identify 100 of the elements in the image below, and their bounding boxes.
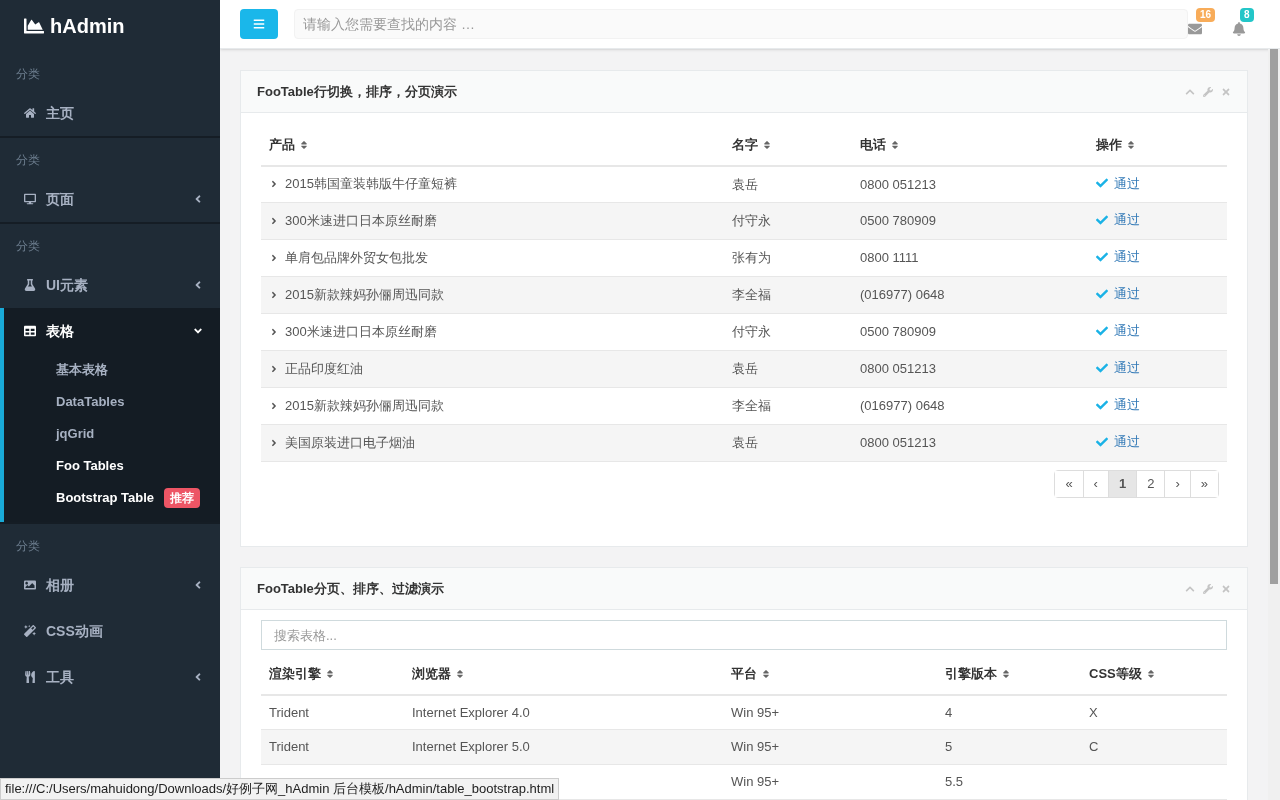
submenu-item[interactable]: DataTables — [4, 386, 220, 418]
chevron-right-icon[interactable] — [269, 400, 279, 411]
sidebar-item[interactable]: 工具 — [0, 654, 220, 700]
table-cell: 张有为 — [724, 239, 852, 277]
check-icon — [1096, 325, 1108, 338]
table-cell: 2015韩国童装韩版牛仔童短裤 — [261, 165, 724, 203]
approve-link[interactable]: 通过 — [1114, 395, 1140, 415]
wrench-icon[interactable] — [1203, 86, 1213, 97]
menu-icon — [253, 18, 265, 30]
table-cell: 2015新款辣妈孙俪周迅同款 — [261, 276, 724, 314]
image-icon — [24, 579, 36, 591]
submenu-item[interactable]: Foo Tables — [4, 450, 220, 482]
table-cell: Trident — [261, 694, 404, 730]
check-icon — [1096, 399, 1108, 412]
bell-icon[interactable] — [1232, 22, 1246, 36]
section-heading: 分类 — [15, 152, 41, 169]
magic-wand-icon — [24, 625, 36, 637]
table-cell: 0800 1111 — [852, 239, 1088, 277]
approve-link[interactable]: 通过 — [1114, 210, 1140, 230]
close-icon[interactable] — [1221, 583, 1231, 594]
column-header[interactable]: 浏览器 — [404, 654, 723, 695]
table-search-field[interactable]: 搜索表格... — [261, 620, 1227, 650]
table-cell: Win 95+ — [723, 694, 937, 730]
sidebar-item[interactable]: 表格 — [4, 308, 220, 354]
recommend-badge: 推荐 — [164, 488, 200, 508]
chevron-right-icon[interactable] — [269, 289, 279, 300]
table-cell: 0800 051213 — [852, 165, 1088, 203]
approve-link[interactable]: 通过 — [1114, 432, 1140, 452]
approve-link[interactable]: 通过 — [1114, 358, 1140, 378]
column-header[interactable]: 渲染引擎 — [261, 654, 404, 695]
table-cell: 李全福 — [724, 387, 852, 425]
table-cell: 4 — [937, 694, 1081, 730]
column-header[interactable]: 电话 — [852, 125, 1088, 166]
column-header[interactable]: 名字 — [724, 125, 852, 166]
table-cell: 300米速进口日本原丝耐磨 — [261, 313, 724, 351]
submenu-item[interactable]: jqGrid — [4, 418, 220, 450]
chevron-right-icon[interactable] — [269, 178, 279, 189]
table-cell: C — [1081, 729, 1227, 765]
chevron-right-icon[interactable] — [269, 252, 279, 263]
table-cell: 袁岳 — [724, 165, 852, 203]
approve-link[interactable]: 通过 — [1114, 321, 1140, 341]
table-cell: 正品印度红油 — [261, 350, 724, 388]
search-field[interactable]: 请输入您需要查找的内容 … — [294, 9, 1188, 39]
status-url: file:///C:/Users/mahuidong/Downloads/好例子网_hAdmin 后台模板/hAdmin/table_bootstrap.html — [0, 778, 560, 800]
check-icon — [1096, 177, 1108, 190]
table-cell: 5 — [937, 729, 1081, 765]
table-cell: 0500 780909 — [852, 313, 1088, 351]
sort-icon — [325, 668, 335, 679]
chevron-right-icon[interactable] — [269, 326, 279, 337]
chevron-right-icon[interactable] — [269, 363, 279, 374]
sort-icon — [455, 668, 465, 679]
page-button[interactable]: » — [1189, 471, 1218, 497]
chevron-right-icon[interactable] — [269, 215, 279, 226]
approve-link[interactable]: 通过 — [1114, 173, 1140, 194]
table-cell: 李全福 — [724, 276, 852, 314]
panel-title: FooTable分页、排序、过滤演示 — [257, 579, 445, 598]
submenu-item[interactable]: 基本表格 — [4, 354, 220, 386]
approve-link[interactable]: 通过 — [1114, 284, 1140, 304]
wrench-icon[interactable] — [1203, 583, 1213, 594]
count-badge: 8 — [1240, 8, 1254, 22]
section-heading: 分类 — [15, 238, 41, 255]
home-icon — [24, 107, 36, 119]
flask-icon — [24, 279, 36, 291]
sort-icon — [299, 139, 309, 150]
column-header[interactable]: 引擎版本 — [937, 654, 1081, 695]
table-cell: X — [1081, 694, 1227, 730]
sidebar-item[interactable]: 页面 — [0, 176, 220, 222]
page-button[interactable]: 1 — [1107, 471, 1137, 497]
table-cell: 300米速进口日本原丝耐磨 — [261, 202, 724, 240]
table-cell: (016977) 0648 — [852, 276, 1088, 314]
section-heading: 分类 — [15, 66, 41, 83]
envelope-icon[interactable] — [1188, 22, 1202, 36]
table-cell: 0800 051213 — [852, 424, 1088, 462]
table-cell: 美国原装进口电子烟油 — [261, 424, 724, 462]
column-header[interactable]: 操作 — [1088, 125, 1227, 166]
table-cell: 付守永 — [724, 313, 852, 351]
approve-link[interactable]: 通过 — [1114, 247, 1140, 267]
close-icon[interactable] — [1221, 86, 1231, 97]
sort-icon — [761, 668, 771, 679]
column-header[interactable]: CSS等级 — [1081, 654, 1227, 695]
sidebar-item[interactable]: 相册 — [0, 562, 220, 608]
table-cell: 单肩包品牌外贸女包批发 — [261, 239, 724, 277]
sidebar-item[interactable]: CSS动画 — [0, 608, 220, 654]
utensils-icon — [24, 671, 36, 683]
sidebar-item[interactable]: 主页 — [0, 90, 220, 136]
column-header[interactable]: 平台 — [723, 654, 937, 695]
menu-button[interactable] — [240, 9, 278, 39]
table-cell: Internet Explorer 5.0 — [404, 729, 723, 765]
submenu-item[interactable]: Bootstrap Table 推荐 — [4, 482, 220, 514]
table-cell: 2015新款辣妈孙俪周迅同款 — [261, 387, 724, 425]
sidebar-item[interactable]: UI元素 — [0, 262, 220, 308]
count-badge: 16 — [1196, 8, 1216, 22]
chevron-right-icon[interactable] — [269, 437, 279, 448]
table-cell: 袁岳 — [724, 350, 852, 388]
scrollbar[interactable] — [1268, 49, 1280, 800]
sort-icon — [890, 139, 900, 150]
table-cell: Win 95+ — [723, 764, 937, 800]
table-cell: 袁岳 — [724, 424, 852, 462]
sort-icon — [762, 139, 772, 150]
column-header[interactable]: 产品 — [261, 125, 724, 166]
